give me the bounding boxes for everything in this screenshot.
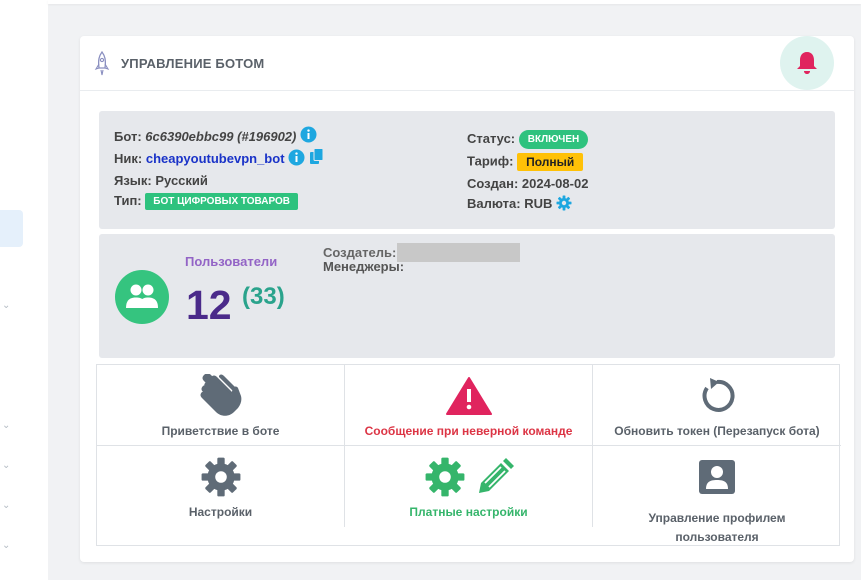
notifications-button[interactable] bbox=[780, 36, 834, 90]
bad-command-action[interactable]: Сообщение при неверной команде bbox=[345, 365, 593, 446]
profile-label-line2: пользователя bbox=[675, 530, 759, 544]
bot-id-row: Бот: 6c6390ebbc99 (#196902) bbox=[114, 126, 317, 144]
bot-nick-label: Ник: bbox=[114, 151, 143, 166]
bot-info-box: Бот: 6c6390ebbc99 (#196902) Ник: cheapyo… bbox=[99, 111, 835, 229]
warning-icon bbox=[445, 377, 492, 415]
bot-nick-row: Ник: cheapyoutubevpn_bot bbox=[114, 147, 324, 166]
wave-hand-icon bbox=[200, 374, 241, 416]
created-label: Создан: bbox=[467, 176, 519, 191]
refresh-token-action[interactable]: Обновить токен (Перезапуск бота) bbox=[593, 365, 841, 446]
users-total: (33) bbox=[242, 283, 285, 310]
bot-nick-link[interactable]: cheapyoutubevpn_bot bbox=[146, 151, 285, 166]
bot-type-label: Тип: bbox=[114, 193, 142, 208]
stats-box: Пользователи 12 (33) Создатель: Менеджер… bbox=[99, 234, 835, 358]
bot-lang-value: Русский bbox=[155, 173, 208, 188]
users-label: Пользователи bbox=[185, 254, 278, 269]
tariff-row: Тариф: Полный bbox=[467, 153, 584, 171]
bot-lang-row: Язык: Русский bbox=[114, 173, 208, 188]
bad-command-label: Сообщение при неверной команде bbox=[364, 424, 573, 438]
bot-management-card: УПРАВЛЕНИЕ БОТОМ Бот: 6c6390ebbc99 (#196… bbox=[80, 36, 854, 562]
bell-icon bbox=[797, 52, 817, 74]
creator-label: Создатель: bbox=[323, 245, 397, 260]
actions-grid: Приветствие в боте Сообщение при неверно… bbox=[96, 364, 841, 546]
chevron-down-icon[interactable]: ⌄ bbox=[2, 500, 10, 511]
settings-label: Настройки bbox=[188, 505, 253, 519]
chevron-down-icon[interactable]: ⌄ bbox=[2, 300, 10, 311]
settings-gear-icon bbox=[425, 457, 464, 497]
sidebar-active-item[interactable] bbox=[0, 210, 23, 247]
tariff-badge: Полный bbox=[517, 153, 584, 171]
info-icon[interactable] bbox=[288, 149, 305, 166]
refresh-icon bbox=[702, 378, 735, 412]
tariff-label: Тариф: bbox=[467, 153, 514, 169]
created-value: 2024-08-02 bbox=[521, 176, 589, 191]
copy-icon[interactable] bbox=[309, 147, 324, 166]
bot-type-row: Тип: БОТ ЦИФРОВЫХ ТОВАРОВ bbox=[114, 193, 299, 211]
status-row: Статус: ВКЛЮЧЕН bbox=[467, 130, 589, 149]
refresh-token-label: Обновить токен (Перезапуск бота) bbox=[614, 424, 820, 438]
currency-row: Валюта: RUB bbox=[467, 195, 572, 211]
creator-redacted-value bbox=[397, 243, 520, 262]
bot-lang-label: Язык: bbox=[114, 173, 152, 188]
settings-gear-icon bbox=[201, 457, 240, 497]
paid-settings-label: Платные настройки bbox=[409, 505, 528, 519]
bot-id-value: 6c6390ebbc99 (#196902) bbox=[145, 129, 297, 144]
currency-value: RUB bbox=[524, 196, 553, 211]
bot-id-label: Бот: bbox=[114, 129, 142, 144]
profile-label-line1: Управление профилем bbox=[648, 511, 786, 525]
chevron-down-icon[interactable]: ⌄ bbox=[2, 540, 10, 551]
profile-icon bbox=[699, 460, 735, 494]
card-header: УПРАВЛЕНИЕ БОТОМ bbox=[80, 36, 854, 91]
users-count: 12 bbox=[186, 282, 232, 328]
users-avatar bbox=[115, 270, 169, 324]
created-row: Создан: 2024-08-02 bbox=[467, 176, 588, 191]
settings-action[interactable]: Настройки bbox=[97, 446, 345, 527]
profile-management-action[interactable]: Управление профилем пользователя bbox=[593, 446, 841, 544]
bot-type-badge: БОТ ЦИФРОВЫХ ТОВАРОВ bbox=[145, 193, 299, 211]
currency-label: Валюта: bbox=[467, 196, 521, 211]
gear-icon[interactable] bbox=[556, 195, 572, 211]
status-badge: ВКЛЮЧЕН bbox=[518, 130, 589, 149]
sidebar: ⌄ ⌄ ⌄ ⌄ ⌄ bbox=[0, 0, 48, 580]
greeting-action[interactable]: Приветствие в боте bbox=[97, 365, 345, 446]
chevron-down-icon[interactable]: ⌄ bbox=[2, 420, 10, 431]
status-label: Статус: bbox=[467, 130, 516, 146]
edit-icon bbox=[478, 458, 514, 493]
card-title: УПРАВЛЕНИЕ БОТОМ bbox=[121, 56, 265, 71]
greeting-label: Приветствие в боте bbox=[161, 424, 280, 438]
managers-label: Менеджеры: bbox=[323, 259, 405, 274]
rocket-icon bbox=[94, 51, 110, 76]
top-bar bbox=[48, 0, 861, 4]
chevron-down-icon[interactable]: ⌄ bbox=[2, 460, 10, 471]
profile-management-label: Управление профилем пользователя bbox=[593, 509, 841, 547]
info-icon[interactable] bbox=[300, 126, 317, 143]
paid-settings-action[interactable]: Платные настройки bbox=[345, 446, 593, 527]
users-icon bbox=[126, 284, 158, 308]
